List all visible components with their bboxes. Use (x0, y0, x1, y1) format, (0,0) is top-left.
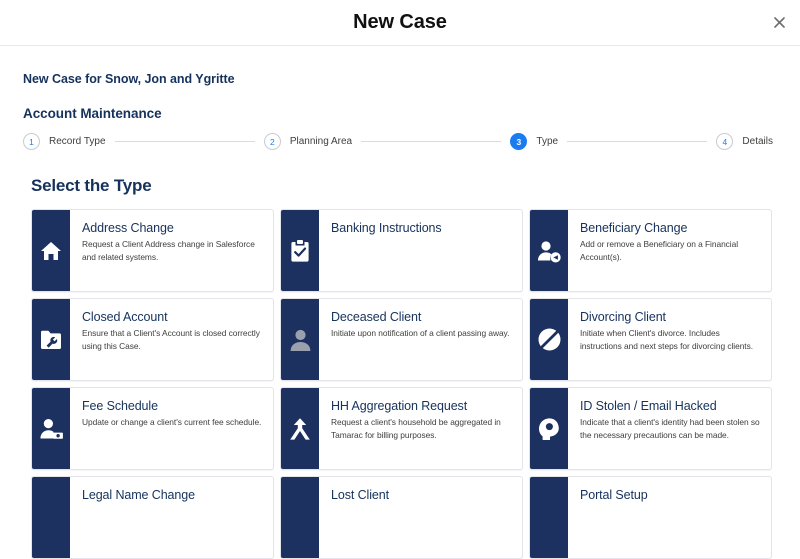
ban-circle-slash-icon (530, 299, 568, 380)
type-card-legal-name-change[interactable]: Legal Name Change (31, 476, 274, 559)
section-name: Account Maintenance (0, 86, 800, 121)
step-label-3: Type (536, 136, 558, 147)
card-title: Banking Instructions (331, 221, 512, 235)
card-title: ID Stolen / Email Hacked (580, 399, 761, 413)
folder-wrench-icon (32, 299, 70, 380)
card-text: Fee Schedule Update or change a client's… (70, 388, 273, 469)
person-silhouette-icon (281, 299, 319, 380)
card-text: Closed Account Ensure that a Client's Ac… (70, 299, 273, 380)
generic-icon (281, 477, 319, 558)
clipboard-check-icon (281, 210, 319, 291)
card-title: Lost Client (331, 488, 512, 502)
step-marker-3: 3 (510, 133, 527, 150)
arrow-merge-up-icon (281, 388, 319, 469)
card-description: Initiate upon notification of a client p… (331, 327, 512, 339)
stepper-step-details[interactable]: 4 Details (716, 133, 773, 150)
card-description: Add or remove a Beneficiary on a Financi… (580, 238, 761, 262)
card-description: Request a Client Address change in Sales… (82, 238, 263, 262)
type-card-hh-aggregation-request[interactable]: HH Aggregation Request Request a client'… (280, 387, 523, 470)
step-label-4: Details (742, 136, 773, 147)
card-description: Indicate that a client's identity had be… (580, 416, 761, 440)
person-edit-icon (530, 210, 568, 291)
type-card-divorcing-client[interactable]: Divorcing Client Initiate when Client's … (529, 298, 772, 381)
case-context-line: New Case for Snow, Jon and Ygritte (0, 46, 800, 86)
type-card-closed-account[interactable]: Closed Account Ensure that a Client's Ac… (31, 298, 274, 381)
home-icon (32, 210, 70, 291)
stepper-step-planning-area[interactable]: 2 Planning Area (264, 133, 352, 150)
generic-icon (32, 477, 70, 558)
person-money-icon (32, 388, 70, 469)
generic-icon (530, 477, 568, 558)
step-label-2: Planning Area (290, 136, 352, 147)
card-text: ID Stolen / Email Hacked Indicate that a… (568, 388, 771, 469)
progress-stepper: 1 Record Type 2 Planning Area 3 Type 4 D… (0, 121, 800, 150)
card-title: Address Change (82, 221, 263, 235)
type-card-beneficiary-change[interactable]: Beneficiary Change Add or remove a Benef… (529, 209, 772, 292)
page-title: New Case (353, 11, 447, 34)
type-card-id-stolen-email-hacked[interactable]: ID Stolen / Email Hacked Indicate that a… (529, 387, 772, 470)
card-title: HH Aggregation Request (331, 399, 512, 413)
card-text: Legal Name Change (70, 477, 273, 558)
card-text: Lost Client (319, 477, 522, 558)
step-marker-4: 4 (716, 133, 733, 150)
modal-body: New Case for Snow, Jon and Ygritte Accou… (0, 46, 800, 559)
card-text: Divorcing Client Initiate when Client's … (568, 299, 771, 380)
card-title: Legal Name Change (82, 488, 263, 502)
card-title: Divorcing Client (580, 310, 761, 324)
card-text: Portal Setup (568, 477, 771, 558)
type-card-fee-schedule[interactable]: Fee Schedule Update or change a client's… (31, 387, 274, 470)
card-description: Request a client's household be aggregat… (331, 416, 512, 440)
type-card-lost-client[interactable]: Lost Client (280, 476, 523, 559)
card-title: Fee Schedule (82, 399, 263, 413)
modal-header: New Case (0, 0, 800, 46)
card-description: Initiate when Client's divorce. Includes… (580, 327, 761, 351)
card-description: Update or change a client's current fee … (82, 416, 263, 428)
stepper-step-record-type[interactable]: 1 Record Type (23, 133, 106, 150)
stepper-connector-3 (567, 141, 707, 142)
stepper-connector-2 (361, 141, 501, 142)
close-icon[interactable] (768, 12, 790, 34)
type-card-deceased-client[interactable]: Deceased Client Initiate upon notificati… (280, 298, 523, 381)
stepper-step-type[interactable]: 3 Type (510, 133, 558, 150)
select-type-heading: Select the Type (0, 150, 800, 196)
type-card-address-change[interactable]: Address Change Request a Client Address … (31, 209, 274, 292)
card-title: Closed Account (82, 310, 263, 324)
stepper-connector-1 (115, 141, 255, 142)
card-description: Ensure that a Client's Account is closed… (82, 327, 263, 351)
step-label-1: Record Type (49, 136, 106, 147)
step-marker-1: 1 (23, 133, 40, 150)
card-text: Beneficiary Change Add or remove a Benef… (568, 210, 771, 291)
card-text: Address Change Request a Client Address … (70, 210, 273, 291)
type-card-grid: Address Change Request a Client Address … (0, 196, 800, 559)
card-title: Portal Setup (580, 488, 761, 502)
card-text: HH Aggregation Request Request a client'… (319, 388, 522, 469)
card-title: Beneficiary Change (580, 221, 761, 235)
card-title: Deceased Client (331, 310, 512, 324)
card-text: Deceased Client Initiate upon notificati… (319, 299, 522, 380)
type-card-portal-setup[interactable]: Portal Setup (529, 476, 772, 559)
card-text: Banking Instructions (319, 210, 522, 291)
head-profile-icon (530, 388, 568, 469)
step-marker-2: 2 (264, 133, 281, 150)
type-card-banking-instructions[interactable]: Banking Instructions (280, 209, 523, 292)
